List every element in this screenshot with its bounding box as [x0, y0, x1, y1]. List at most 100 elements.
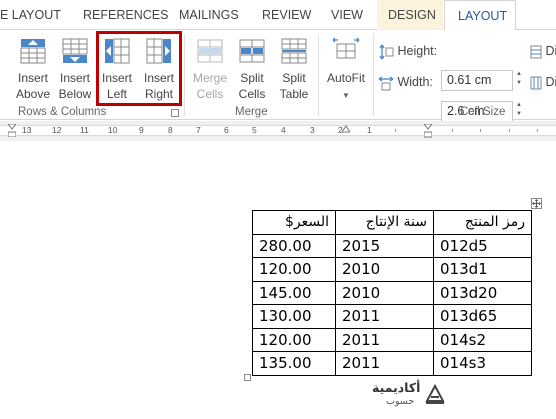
- height-label: Height:: [397, 44, 438, 58]
- insert-below-label-1: Insert: [59, 71, 90, 85]
- column-width-spinner[interactable]: ▲ ▼: [514, 101, 524, 122]
- ribbon-tab-bar: E LAYOUT REFERENCES MAILINGS REVIEW VIEW…: [0, 0, 556, 31]
- spin-up-icon[interactable]: ▲: [514, 101, 524, 110]
- ruler-tick: [509, 129, 510, 132]
- tab-table-layout[interactable]: LAYOUT: [444, 0, 516, 31]
- table-row: 013d20 2010 145.00: [252, 280, 532, 305]
- cell-price[interactable]: 145.00: [252, 280, 336, 305]
- group-label-rows-columns: Rows & Columns: [18, 106, 107, 118]
- split-table-label-1: Split: [282, 71, 306, 85]
- header-product-code[interactable]: رمز المنتج: [433, 210, 532, 235]
- width-row: Width:: [378, 71, 433, 93]
- cell-price[interactable]: 280.00: [252, 233, 336, 258]
- data-table[interactable]: رمز المنتج سنة الإنتاج السعر$ 012d5 2015…: [252, 210, 532, 376]
- spin-up-icon[interactable]: ▲: [514, 70, 524, 79]
- cell-product-code[interactable]: 014s2: [433, 327, 532, 352]
- ruler-tick: [480, 129, 481, 132]
- cell-production-year[interactable]: 2010: [335, 257, 434, 282]
- cell-production-year[interactable]: 2015: [335, 233, 434, 258]
- autofit-label: AutoFit: [326, 71, 365, 85]
- split-cells-icon: [239, 39, 265, 63]
- ruler-number: 12: [52, 125, 62, 135]
- merge-cells-icon: [197, 39, 223, 63]
- distribute-columns-button[interactable]: Di: [530, 71, 556, 93]
- cell-price[interactable]: 120.00: [252, 327, 336, 352]
- cell-product-code[interactable]: 014s3: [433, 351, 532, 376]
- row-height-spinner[interactable]: ▲ ▼: [514, 70, 524, 91]
- group-label-merge: Merge: [235, 106, 268, 118]
- insert-below-button[interactable]: Insert Below: [53, 33, 97, 103]
- split-cells-button[interactable]: Split Cells: [232, 33, 272, 103]
- ruler-column-marker[interactable]: [341, 124, 351, 137]
- table-row: 013d65 2011 130.00: [252, 304, 532, 329]
- cell-production-year[interactable]: 2011: [335, 327, 434, 352]
- header-production-year[interactable]: سنة الإنتاج: [335, 210, 434, 235]
- distribute-rows-icon: [530, 45, 542, 59]
- tab-table-design[interactable]: DESIGN: [377, 0, 443, 30]
- tab-references[interactable]: REFERENCES: [83, 0, 168, 30]
- cell-product-code[interactable]: 013d1: [433, 257, 532, 282]
- distribute-columns-icon: [530, 76, 542, 90]
- spin-down-icon[interactable]: ▼: [514, 79, 524, 88]
- ruler-number: 1: [367, 125, 372, 135]
- table-row: 012d5 2015 280.00: [252, 233, 532, 258]
- ruler-indent-marker[interactable]: [6, 123, 18, 138]
- cell-price[interactable]: 120.00: [252, 257, 336, 282]
- split-table-icon: [281, 38, 307, 64]
- ruler-number: 9: [139, 125, 144, 135]
- insert-above-label-1: Insert: [17, 71, 48, 85]
- cell-price[interactable]: 135.00: [252, 351, 336, 376]
- ribbon-layout: Insert Above Insert Below Insert Left In…: [0, 30, 556, 122]
- cell-product-code[interactable]: 013d20: [433, 280, 532, 305]
- cell-product-code[interactable]: 013d65: [433, 304, 532, 329]
- table-row: 014s3 2011 135.00: [252, 351, 532, 376]
- ruler-number: 4: [281, 125, 286, 135]
- insert-above-label-2: Above: [15, 87, 51, 101]
- merge-cells-label-1: Merge: [192, 71, 227, 85]
- merge-cells-button[interactable]: Merge Cells: [189, 33, 231, 103]
- insert-above-icon: [20, 39, 46, 64]
- group-separator: [318, 34, 319, 116]
- tab-page-layout[interactable]: E LAYOUT: [0, 0, 61, 30]
- split-table-button[interactable]: Split Table: [273, 33, 315, 103]
- ruler-hanging-indent-marker[interactable]: [422, 123, 434, 138]
- distribute-rows-label: Di: [545, 44, 556, 58]
- table-row: 013d1 2010 120.00: [252, 257, 532, 282]
- tab-view[interactable]: VIEW: [331, 0, 363, 30]
- table-move-handle-icon[interactable]: [531, 198, 542, 209]
- header-price[interactable]: السعر$: [252, 210, 336, 235]
- insert-below-icon: [62, 38, 88, 63]
- autofit-button[interactable]: AutoFit ▼: [322, 33, 370, 103]
- cell-production-year[interactable]: 2010: [335, 280, 434, 305]
- split-cells-label-2: Cells: [238, 87, 266, 101]
- insert-below-label-2: Below: [58, 87, 92, 101]
- ruler-tick: [452, 129, 453, 132]
- logo-line-2: حسوب: [386, 396, 415, 407]
- horizontal-ruler[interactable]: 13 12 11 10 9 8 7 6 5 4 3 2 1: [0, 121, 556, 141]
- table-resize-handle-icon[interactable]: [244, 374, 251, 381]
- distribute-rows-button[interactable]: Di: [530, 40, 556, 62]
- ruler-tick: [395, 129, 396, 132]
- column-width-icon: [378, 76, 394, 91]
- merge-cells-label-2: Cells: [196, 87, 224, 101]
- spin-down-icon[interactable]: ▼: [514, 110, 524, 119]
- dialog-launcher-icon[interactable]: [171, 109, 179, 117]
- cell-production-year[interactable]: 2011: [335, 304, 434, 329]
- table-header-row: رمز المنتج سنة الإنتاج السعر$: [252, 210, 532, 235]
- height-row: Height:: [378, 40, 437, 62]
- tab-review[interactable]: REVIEW: [262, 0, 311, 30]
- ruler-number: 13: [22, 125, 32, 135]
- insert-above-button[interactable]: Insert Above: [10, 33, 56, 103]
- cell-production-year[interactable]: 2011: [335, 351, 434, 376]
- group-separator: [184, 34, 185, 116]
- distribute-columns-label: Di: [545, 75, 556, 89]
- group-separator: [373, 34, 374, 116]
- row-height-input[interactable]: 0.61 cm: [441, 70, 513, 91]
- tab-mailings[interactable]: MAILINGS: [179, 0, 239, 30]
- autofit-icon: [332, 37, 360, 59]
- width-label: Width:: [397, 75, 433, 89]
- logo-line-1: أكاديمية: [372, 381, 421, 395]
- cell-price[interactable]: 130.00: [252, 304, 336, 329]
- cell-product-code[interactable]: 012d5: [433, 233, 532, 258]
- ruler-number: 8: [168, 125, 173, 135]
